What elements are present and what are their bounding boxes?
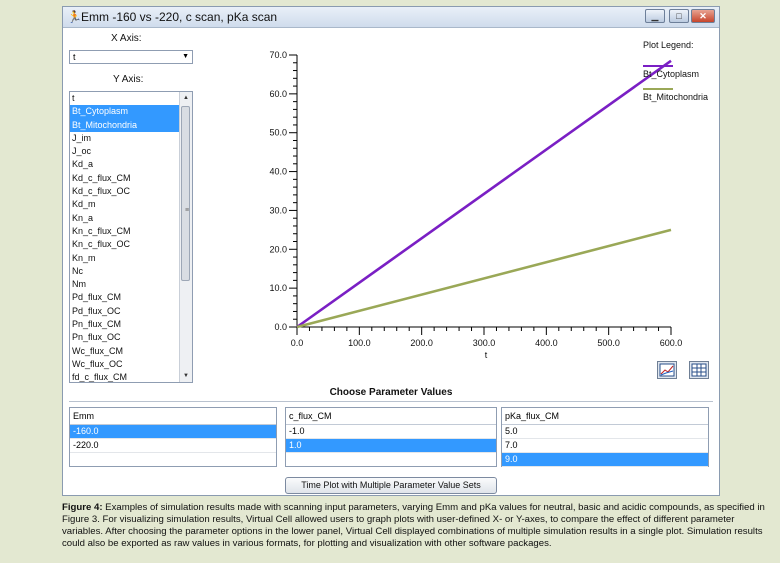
x-tick-label: 600.0 [660,338,683,348]
legend-title: Plot Legend: [643,40,694,50]
app-runner-icon: 🏃 [67,10,82,24]
x-tick-label: 200.0 [410,338,433,348]
maximize-button[interactable]: □ [669,9,689,23]
x-tick-label: 500.0 [597,338,620,348]
y-tick-label: 70.0 [269,50,287,60]
plot-window: 🏃 Emm -160 vs -220, c scan, pKa scan ▁ □… [62,6,720,496]
y-tick-label: 20.0 [269,244,287,254]
table-icon [691,363,707,377]
line-chart: 0.0 100.0 200.0 300.0 400.0 500.0 600.0 0.0 10.0… [269,50,683,360]
y-axis-item[interactable]: Kn_c_flux_OC [70,238,180,251]
y-axis-item[interactable]: Nm [70,278,180,291]
y-axis-item[interactable]: Bt_Mitochondria [70,118,180,132]
y-tick-label: 0.0 [274,322,287,332]
chevron-down-icon[interactable]: ▼ [182,51,189,63]
y-axis-item[interactable]: J_im [70,132,180,145]
x-tick-label: 0.0 [291,338,304,348]
param-row[interactable]: -160.0 [70,425,276,439]
y-axis-item[interactable]: Kd_c_flux_OC [70,185,180,198]
legend-swatch-mitochondria [643,88,673,90]
y-axis-item[interactable]: Wc_flux_CM [70,345,180,358]
legend-entry-mitochondria: Bt_Mitochondria [643,92,709,102]
legend-entry-cytoplasm: Bt_Cytoplasm [643,69,700,79]
param-table-c-flux[interactable]: c_flux_CM -1.0 1.0 [285,407,497,467]
y-axis-item[interactable]: Pn_flux_CM [70,318,180,331]
y-axis-item[interactable]: Bt_Cytoplasm [70,105,180,119]
y-axis-item[interactable]: Kn_m [70,252,180,265]
y-axis-items: t Bt_Cytoplasm Bt_Mitochondria J_im J_oc Kd_a… [70,92,192,382]
x-axis-select[interactable]: t ▼ [69,50,193,64]
param-row[interactable]: 5.0 [502,425,708,439]
window-title: Emm -160 vs -220, c scan, pKa scan [81,10,278,24]
y-axis-item[interactable]: Pd_flux_OC [70,305,180,318]
y-axis-item[interactable]: Kd_a [70,158,180,171]
time-plot-button[interactable]: Time Plot with Multiple Parameter Value … [285,477,497,494]
close-button[interactable]: ✕ [691,9,715,23]
y-tick-label: 60.0 [269,89,287,99]
y-axis-item[interactable]: Pd_flux_CM [70,291,180,304]
param-table-pka[interactable]: pKa_flux_CM 5.0 7.0 9.0 [501,407,709,467]
y-axis-item[interactable]: Kn_a [70,212,180,225]
caption-text: Examples of simulation results made with… [62,502,765,549]
x-axis-label: X Axis: [111,33,142,44]
grip-icon: ≡ [185,207,190,214]
y-tick-label: 10.0 [269,283,287,293]
param-row[interactable]: 7.0 [502,439,708,453]
y-tick-label: 30.0 [269,205,287,215]
y-axis-item[interactable]: Wc_flux_OC [70,358,180,371]
y-axis-item[interactable]: fd_c_flux_CM [70,371,180,382]
param-table-emm[interactable]: Emm -160.0 -220.0 [69,407,277,467]
plot-view-button[interactable] [657,361,677,379]
divider [69,401,713,402]
y-axis-item[interactable]: J_oc [70,145,180,158]
minimize-button[interactable]: ▁ [645,9,665,23]
param-row[interactable]: 1.0 [286,439,496,453]
series-line-0 [296,59,672,329]
x-tick-label: 400.0 [535,338,558,348]
caption-lead: Figure 4: [62,502,103,513]
y-axis-item[interactable]: Kd_m [70,198,180,211]
param-row[interactable]: -220.0 [70,439,276,453]
y-axis-item[interactable]: Kn_c_flux_CM [70,225,180,238]
chart-icon [659,363,675,377]
scroll-thumb[interactable]: ≡ [181,106,190,281]
y-axis-item[interactable]: Nc [70,265,180,278]
legend-swatch-cytoplasm [643,65,673,67]
y-axis-scrollbar[interactable]: ▲ ≡ ▼ [179,92,192,382]
choose-parameter-title: Choose Parameter Values [329,387,453,398]
y-axis-list[interactable]: t Bt_Cytoplasm Bt_Mitochondria J_im J_oc Kd_a… [69,91,193,383]
param-row[interactable]: -1.0 [286,425,496,439]
param-row[interactable]: 9.0 [502,453,708,467]
y-axis-item[interactable]: Pn_flux_OC [70,331,180,344]
y-axis-item[interactable]: t [70,92,180,105]
y-tick-label: 40.0 [269,167,287,177]
x-axis-selected-value: t [73,52,76,62]
x-axis-title: t [485,350,488,360]
y-tick-label: 50.0 [269,128,287,138]
param-header-emm: Emm [70,408,276,425]
figure-caption: Figure 4: Examples of simulation results… [62,502,774,550]
x-tick-label: 300.0 [473,338,496,348]
title-bar[interactable]: 🏃 Emm -160 vs -220, c scan, pKa scan ▁ □… [63,7,719,28]
y-axis-label: Y Axis: [113,74,144,85]
series-line-1 [296,228,672,329]
y-axis-item[interactable]: Kd_c_flux_CM [70,172,180,185]
x-tick-label: 100.0 [348,338,371,348]
param-header-c-flux: c_flux_CM [286,408,496,425]
scroll-down-icon[interactable]: ▼ [180,370,192,382]
scroll-up-icon[interactable]: ▲ [180,92,192,104]
table-view-button[interactable] [689,361,709,379]
param-header-pka: pKa_flux_CM [502,408,708,425]
